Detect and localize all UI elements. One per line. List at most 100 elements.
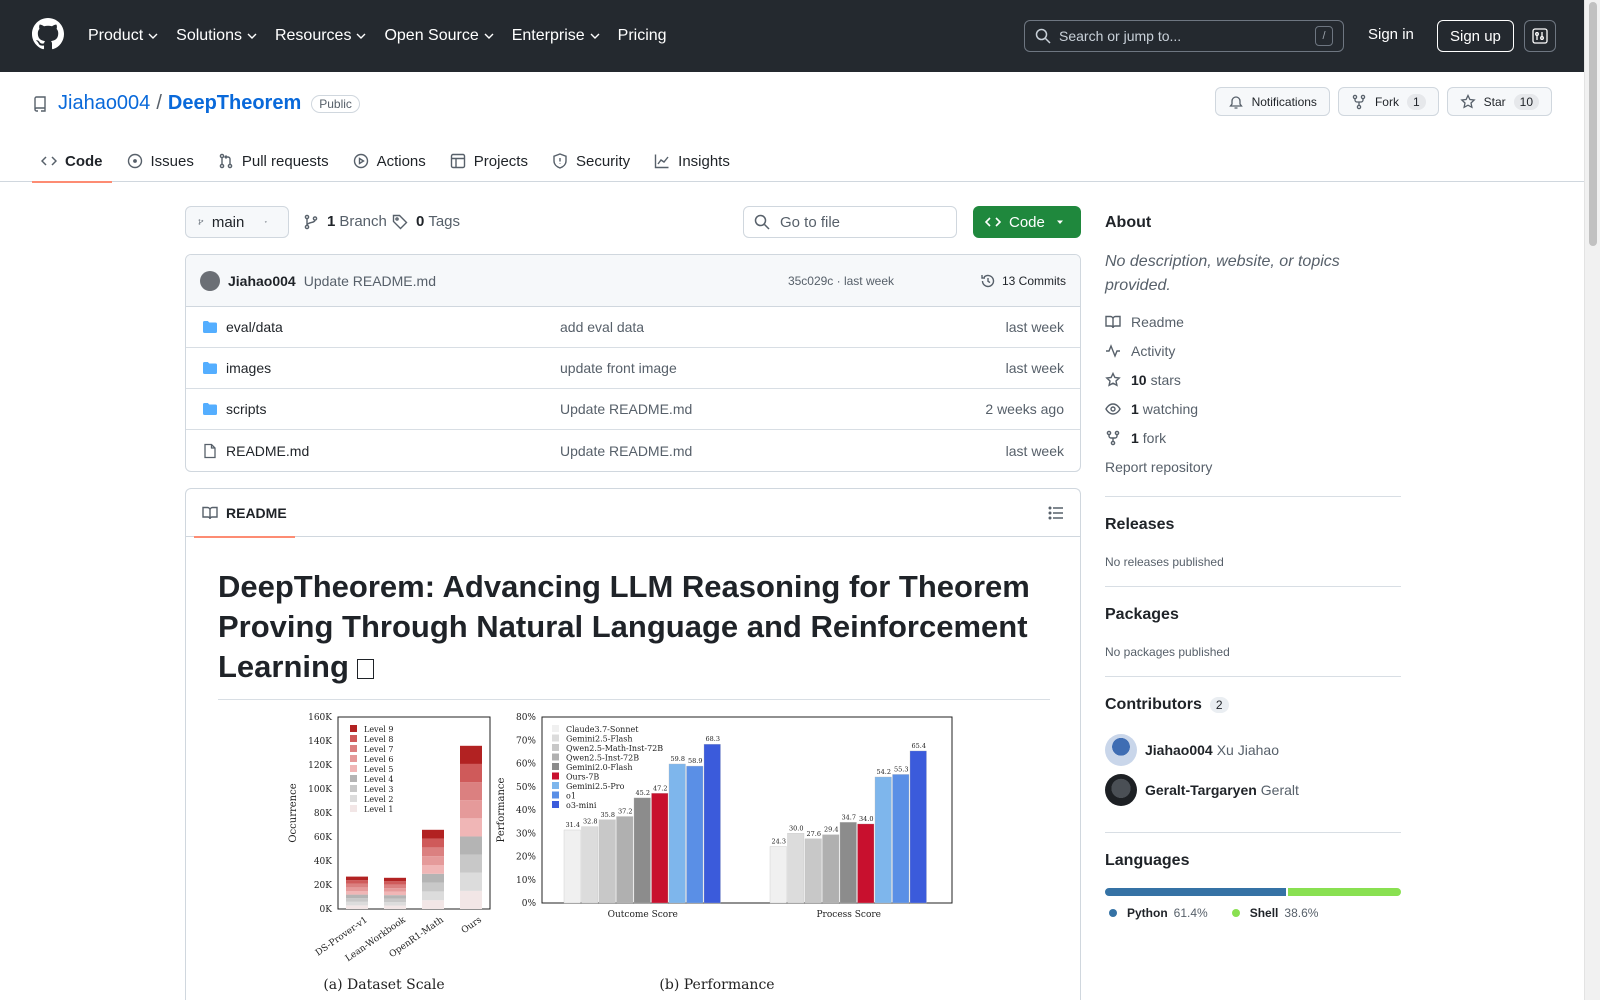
nav-open-source[interactable]: Open Source: [384, 27, 494, 45]
branch-select-button[interactable]: main: [185, 206, 289, 238]
branches-link[interactable]: 1 Branch: [303, 213, 387, 230]
file-name-link[interactable]: scripts: [226, 401, 556, 417]
repo-tabs: Code Issues Pull requests Actions Projec…: [32, 140, 745, 183]
forks-link[interactable]: 1 fork: [1105, 430, 1166, 446]
legend-swatch: [552, 801, 559, 808]
y-tick-label: 0%: [522, 899, 537, 909]
tab-actions[interactable]: Actions: [344, 140, 435, 182]
bar-segment: [422, 873, 444, 883]
repo-header: Jiahao004 / DeepTheorem Public Notificat…: [0, 72, 1584, 183]
chevron-down-icon: [484, 33, 494, 39]
report-repository-link[interactable]: Report repository: [1105, 459, 1212, 475]
file-commit-message-link[interactable]: add eval data: [560, 319, 644, 335]
repo-name-link[interactable]: DeepTheorem: [168, 92, 301, 115]
bar: [839, 822, 857, 904]
readme-tab[interactable]: README: [194, 489, 295, 538]
star-icon: [1459, 93, 1476, 109]
notifications-button[interactable]: Notifications: [1214, 87, 1330, 116]
nav-resources[interactable]: Resources: [275, 27, 366, 45]
file-list: eval/data add eval data last week images upd…: [186, 307, 1080, 471]
fork-button[interactable]: Fork 1: [1337, 87, 1439, 116]
legend-swatch: [552, 734, 559, 742]
tab-insights[interactable]: Insights: [645, 140, 739, 182]
file-name-link[interactable]: eval/data: [226, 319, 556, 335]
commits-history-link[interactable]: 13 Commits: [980, 273, 1066, 289]
branch-icon: [304, 214, 318, 229]
data-label: 55.3: [894, 765, 908, 773]
file-name-link[interactable]: README.md: [226, 443, 556, 459]
contributor-row[interactable]: Geralt-Targaryen Geralt: [1105, 774, 1299, 806]
data-label: 54.2: [877, 768, 891, 776]
tab-issues[interactable]: Issues: [118, 140, 203, 182]
page-scrollbar[interactable]: [1584, 0, 1600, 1000]
list-unordered-icon[interactable]: [1048, 505, 1064, 521]
contributor-login: Geralt-Targaryen: [1145, 782, 1257, 798]
legend-label: o3-mini: [566, 801, 597, 810]
tab-security[interactable]: Security: [543, 140, 639, 182]
tag-label: Tags: [428, 213, 461, 230]
avatar[interactable]: [1105, 734, 1137, 766]
sign-in-link[interactable]: Sign in: [1368, 26, 1414, 43]
file-commit-message-link[interactable]: Update README.md: [560, 401, 692, 417]
packages-heading[interactable]: Packages: [1105, 606, 1179, 624]
watchers-link[interactable]: 1 watching: [1105, 401, 1198, 417]
tab-code[interactable]: Code: [32, 140, 112, 183]
contributor-row[interactable]: Jiahao004 Xu Jiahao: [1105, 734, 1279, 766]
file-row[interactable]: scripts Update README.md 2 weeks ago: [186, 389, 1080, 430]
stars-link[interactable]: 10 stars: [1105, 372, 1181, 388]
readme-link[interactable]: Readme: [1105, 314, 1184, 330]
contributors-heading[interactable]: Contributors 2: [1105, 696, 1229, 714]
bar-segment: [384, 888, 406, 892]
file-row[interactable]: eval/data add eval data last week: [186, 307, 1080, 348]
releases-heading[interactable]: Releases: [1105, 516, 1174, 534]
chevron-down-icon: [356, 33, 366, 39]
command-palette-button[interactable]: [1524, 20, 1556, 52]
bar-segment: [346, 880, 368, 884]
avatar[interactable]: [200, 270, 220, 291]
tab-label: Actions: [376, 152, 426, 170]
go-to-file-input[interactable]: Go to file: [743, 206, 957, 238]
pull-request-icon: [219, 153, 233, 169]
bar-segment: [422, 856, 444, 865]
about-heading: About: [1105, 214, 1152, 231]
star-button[interactable]: Star 10: [1446, 87, 1552, 116]
tab-pull-requests[interactable]: Pull requests: [209, 140, 338, 182]
y-tick-label: 20%: [516, 853, 536, 863]
commit-message-link[interactable]: Update README.md: [304, 273, 436, 289]
contributor-fullname: Geralt: [1260, 782, 1299, 798]
tags-link[interactable]: 0 Tags: [392, 213, 460, 230]
file-commit-message-link[interactable]: update front image: [560, 360, 677, 376]
activity-link[interactable]: Activity: [1105, 343, 1175, 359]
nav-enterprise[interactable]: Enterprise: [512, 27, 600, 45]
file-row[interactable]: images update front image last week: [186, 348, 1080, 389]
commit-meta[interactable]: 35c029c · last week: [788, 274, 894, 288]
chevron-down-icon: [247, 33, 257, 39]
github-logo-icon[interactable]: [32, 18, 64, 50]
avatar[interactable]: [1105, 774, 1137, 806]
y-tick-label: 120K: [308, 761, 332, 771]
legend-swatch: [350, 735, 357, 742]
tab-projects[interactable]: Projects: [441, 140, 537, 182]
commit-author-link[interactable]: Jiahao004: [228, 273, 296, 289]
file-row[interactable]: README.md Update README.md last week: [186, 430, 1080, 471]
language-item[interactable]: Shell 38.6%: [1231, 906, 1318, 920]
repo-owner-link[interactable]: Jiahao004: [58, 92, 150, 115]
scrollbar-thumb[interactable]: [1589, 2, 1597, 246]
nav-solutions[interactable]: Solutions: [176, 27, 257, 45]
nav-product[interactable]: Product: [88, 27, 158, 45]
divider: [1105, 832, 1401, 833]
data-label: 45.2: [636, 789, 650, 797]
nav-pricing[interactable]: Pricing: [618, 27, 667, 45]
bar: [822, 834, 840, 904]
language-item[interactable]: Python 61.4%: [1109, 906, 1208, 920]
nav-label: Enterprise: [511, 27, 585, 44]
search-input[interactable]: Search or jump to... /: [1024, 20, 1344, 52]
file-name-link[interactable]: images: [226, 360, 556, 376]
y-tick-label: 0K: [320, 905, 333, 915]
bar: [616, 816, 634, 904]
code-download-button[interactable]: Code: [973, 206, 1081, 238]
legend-swatch: [350, 725, 357, 732]
bar-segment: [422, 882, 444, 892]
sign-up-button[interactable]: Sign up: [1437, 20, 1514, 52]
file-commit-message-link[interactable]: Update README.md: [560, 443, 692, 459]
